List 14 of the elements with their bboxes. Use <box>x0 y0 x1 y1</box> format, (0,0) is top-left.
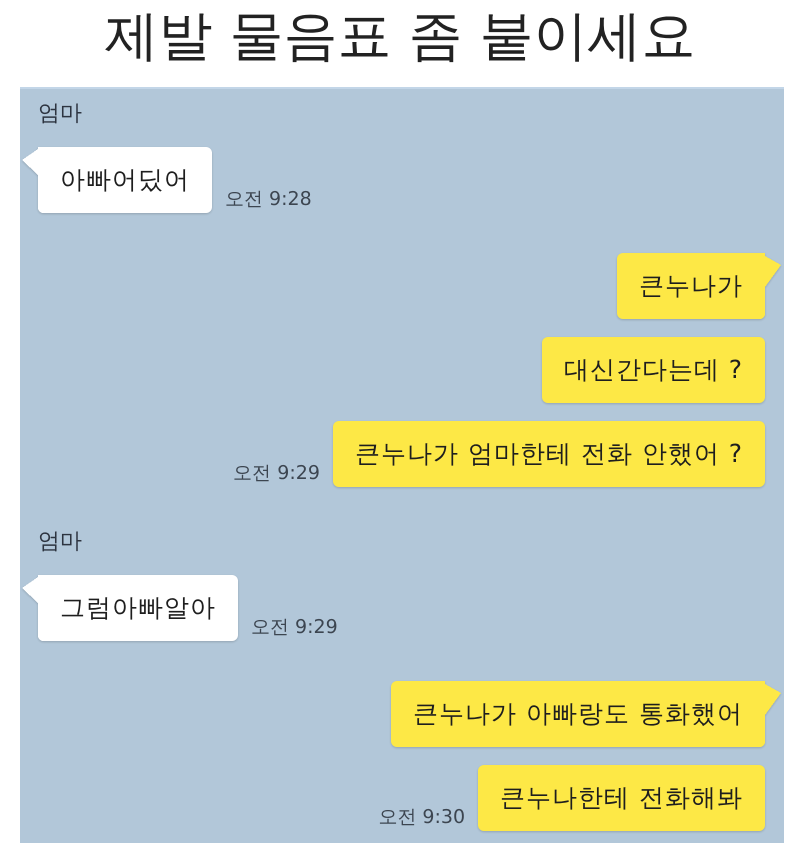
message-bubble: 큰누나가 아빠랑도 통화했어 <box>391 681 781 747</box>
sender-name: 엄마 <box>38 100 82 128</box>
message-time: 오전 9:30 <box>378 806 466 828</box>
message-time: 오전 9:29 <box>251 616 338 638</box>
message-bubble: 큰누나가 엄마한테 전화 안했어 ? <box>332 421 765 487</box>
message-bubble: 그럼아빠알아 <box>22 575 238 641</box>
message-bubble: 아빠어딨어 <box>22 147 212 213</box>
message-time: 오전 9:29 <box>233 462 320 484</box>
message-time: 오전 9:28 <box>225 188 312 210</box>
message-bubble: 대신간다는데 ? <box>542 337 765 403</box>
page-title: 제발 물음표 좀 붙이세요 <box>104 7 696 69</box>
sender-name: 엄마 <box>38 528 82 556</box>
message-bubble: 큰누나가 <box>617 253 781 319</box>
message-bubble: 큰누나한테 전화해봐 <box>478 765 765 831</box>
